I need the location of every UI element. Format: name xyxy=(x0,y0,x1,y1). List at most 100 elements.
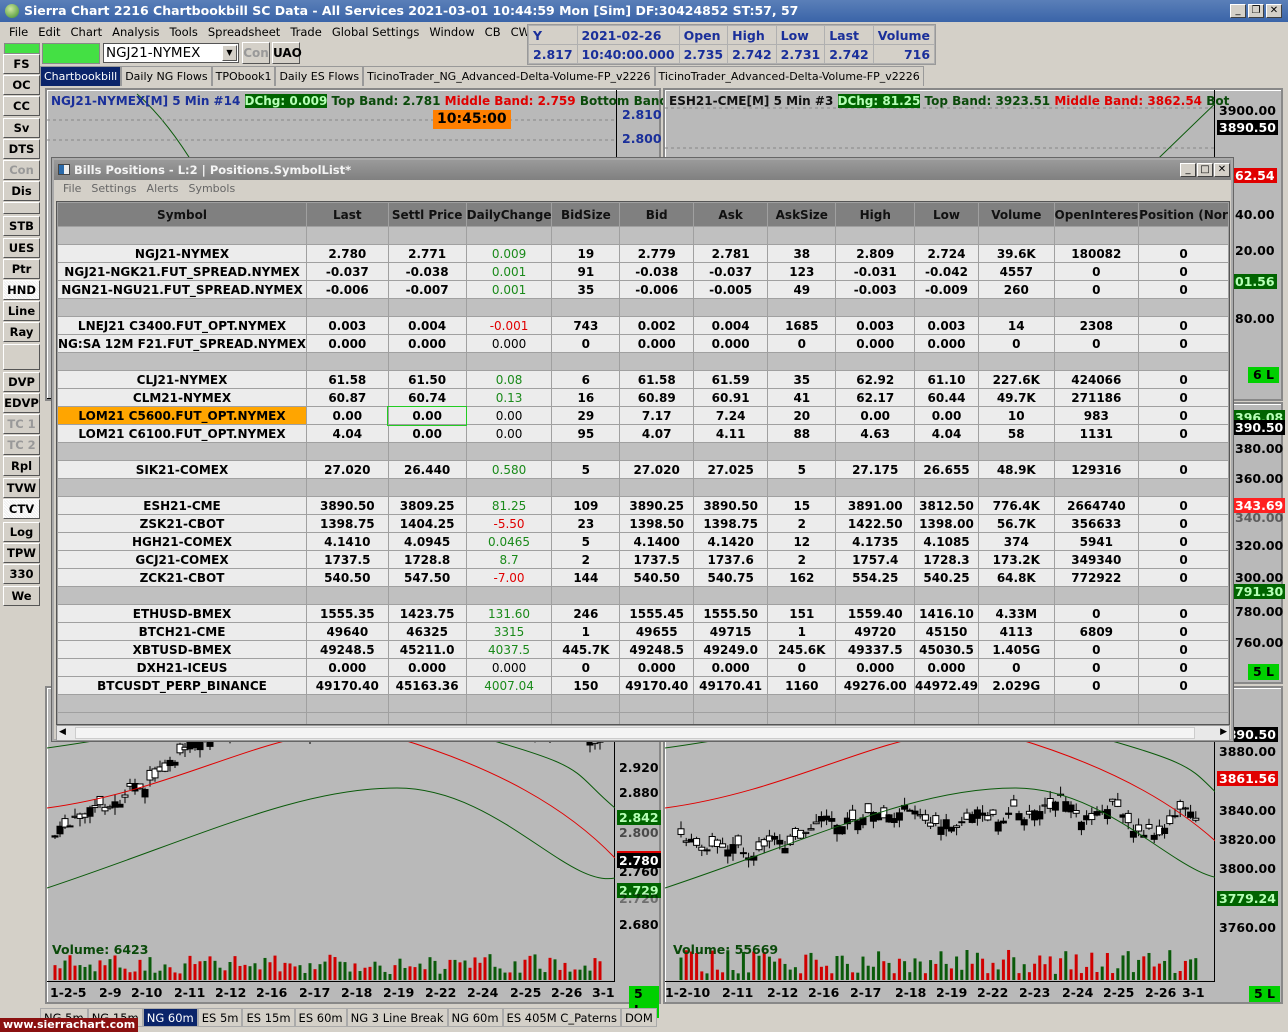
cell-bid[interactable]: 3890.25 xyxy=(619,496,695,515)
cell-high[interactable]: 49720 xyxy=(835,622,915,641)
cell-openinteres[interactable]: 772922 xyxy=(1053,568,1140,587)
cell-volume[interactable]: 2.029G xyxy=(978,676,1055,695)
tool-tvw[interactable]: TVW xyxy=(3,477,40,498)
cell-ask[interactable]: 1737.6 xyxy=(693,550,769,569)
table-row[interactable]: GCJ21-COMEX 1737.5 1728.8 8.7 2 1737.5 1737.6 2… xyxy=(57,550,1229,569)
cell-settl-price[interactable]: 60.74 xyxy=(387,388,467,407)
cell-low[interactable]: 60.44 xyxy=(913,388,980,407)
cell-last[interactable]: 27.020 xyxy=(306,460,389,479)
cell-low[interactable]: 45150 xyxy=(913,622,980,641)
cell-last[interactable]: -0.006 xyxy=(306,280,389,299)
tool-oc[interactable]: OC xyxy=(3,75,40,96)
tool-ray[interactable]: Ray xyxy=(3,322,40,343)
cell-dailychange[interactable]: 0.000 xyxy=(465,658,553,677)
cell-settl-price[interactable]: 0.000 xyxy=(387,658,467,677)
cell-dailychange[interactable]: 0.001 xyxy=(465,280,553,299)
cell-bidsize[interactable]: 23 xyxy=(551,514,621,533)
cell-dailychange[interactable]: 8.7 xyxy=(465,550,553,569)
cell-asksize[interactable]: 88 xyxy=(767,424,837,443)
cell-asksize[interactable]: 5 xyxy=(767,460,837,479)
window-close-button[interactable]: ✕ xyxy=(1214,163,1230,177)
cell-dailychange[interactable]: -0.001 xyxy=(465,316,553,335)
cell-settl-price[interactable]: 61.50 xyxy=(387,370,467,389)
cell-last[interactable]: 4.04 xyxy=(306,424,389,443)
cell-bid[interactable]: 4.07 xyxy=(619,424,695,443)
cell-volume[interactable]: 64.8K xyxy=(978,568,1055,587)
cell-openinteres[interactable]: 983 xyxy=(1053,406,1140,425)
cell-ask[interactable]: 7.24 xyxy=(693,406,769,425)
cell-high[interactable]: 1757.4 xyxy=(835,550,915,569)
cell-asksize[interactable]: 1 xyxy=(767,622,837,641)
column-header[interactable]: BidSize xyxy=(551,202,621,227)
cell-bid[interactable]: -0.038 xyxy=(619,262,695,281)
tool-tc1[interactable]: TC 1 xyxy=(3,414,40,434)
tool-edvp[interactable]: EDVP xyxy=(3,392,40,413)
cell-ask[interactable]: 61.59 xyxy=(693,370,769,389)
cell-position-nor[interactable]: 0 xyxy=(1138,460,1229,479)
cell-volume[interactable]: 58 xyxy=(978,424,1055,443)
cell-settl-price[interactable]: 1423.75 xyxy=(387,604,467,623)
color-swatch-button[interactable] xyxy=(3,343,40,370)
cell-symbol[interactable]: CLJ21-NYMEX xyxy=(57,370,308,389)
column-header[interactable]: Volume xyxy=(978,202,1055,227)
table-row[interactable]: ZSK21-CBOT 1398.75 1404.25 -5.50 23 1398.50 13… xyxy=(57,514,1229,533)
scroll-thumb[interactable] xyxy=(75,727,1195,739)
cell-low[interactable]: 0.000 xyxy=(913,334,980,353)
tool-ptr[interactable]: Ptr xyxy=(3,258,40,279)
cell-ask[interactable]: -0.005 xyxy=(693,280,769,299)
cell-symbol[interactable]: GCJ21-COMEX xyxy=(57,550,308,569)
cell-bidsize[interactable]: 6 xyxy=(551,370,621,389)
cell-settl-price[interactable]: 1728.8 xyxy=(387,550,467,569)
table-row[interactable]: LOM21 C6100.FUT_OPT.NYMEX 4.04 0.00 0.00 95 4… xyxy=(57,424,1229,443)
symbol-list-table[interactable]: Symbol Last Settl Price DailyChange BidSize B… xyxy=(56,201,1230,725)
cell-high[interactable]: 0.000 xyxy=(835,334,915,353)
chartbook-tab[interactable]: TicinoTrader_NG_Advanced-Delta-Volume-FP… xyxy=(363,66,655,86)
cell-symbol[interactable]: NGJ21-NGK21.FUT_SPREAD.NYMEX xyxy=(57,262,308,281)
cell-asksize[interactable]: 2 xyxy=(767,514,837,533)
cell-bidsize[interactable]: 743 xyxy=(551,316,621,335)
cell-ask[interactable]: 1555.50 xyxy=(693,604,769,623)
cell-settl-price[interactable]: 3809.25 xyxy=(387,496,467,515)
cell-asksize[interactable]: 162 xyxy=(767,568,837,587)
menu-file[interactable]: File xyxy=(4,23,33,41)
menu-global-settings[interactable]: Global Settings xyxy=(327,23,425,41)
cell-high[interactable]: 4.1735 xyxy=(835,532,915,551)
cell-symbol[interactable]: LNEJ21 C3400.FUT_OPT.NYMEX xyxy=(57,316,308,335)
cell-volume[interactable]: 39.6K xyxy=(978,244,1055,263)
cell-position-nor[interactable]: 0 xyxy=(1138,262,1229,281)
cell-last[interactable]: 1737.5 xyxy=(306,550,389,569)
cell-settl-price[interactable]: 2.771 xyxy=(387,244,467,263)
cell-asksize[interactable]: 1685 xyxy=(767,316,837,335)
cell-high[interactable]: -0.031 xyxy=(835,262,915,281)
cell-high[interactable]: 0.00 xyxy=(835,406,915,425)
cell-low[interactable]: 0.000 xyxy=(913,658,980,677)
cell-ask[interactable]: 1398.75 xyxy=(693,514,769,533)
cell-openinteres[interactable]: 5941 xyxy=(1053,532,1140,551)
chartbook-tab[interactable]: TPObook1 xyxy=(211,66,276,86)
cell-asksize[interactable]: 1160 xyxy=(767,676,837,695)
cell-symbol[interactable]: ESH21-CME xyxy=(57,496,308,515)
minimize-button[interactable]: _ xyxy=(1230,4,1246,18)
cell-dailychange[interactable]: 4007.04 xyxy=(465,676,553,695)
table-row[interactable]: DXH21-ICEUS 0.000 0.000 0.000 0 0.000 0.000 0 0.… xyxy=(57,658,1229,677)
tool-stb[interactable]: STB xyxy=(3,216,40,237)
cell-settl-price[interactable]: 0.00 xyxy=(387,405,468,426)
column-header[interactable]: Last xyxy=(306,202,389,227)
cell-bidsize[interactable]: 144 xyxy=(551,568,621,587)
cell-asksize[interactable]: 0 xyxy=(767,658,837,677)
cell-dailychange[interactable]: 81.25 xyxy=(465,496,553,515)
chevron-down-icon[interactable]: ▼ xyxy=(222,45,237,61)
tool-330[interactable]: 330 xyxy=(3,564,40,585)
cell-last[interactable]: 0.000 xyxy=(306,658,389,677)
column-header[interactable]: Bid xyxy=(619,202,695,227)
cell-symbol[interactable]: HGH21-COMEX xyxy=(57,532,308,551)
scroll-left-icon[interactable]: ◀ xyxy=(59,727,66,737)
window-menu-file[interactable]: File xyxy=(58,180,86,198)
cell-position-nor[interactable]: 0 xyxy=(1138,604,1229,623)
cell-openinteres[interactable]: 1131 xyxy=(1053,424,1140,443)
cell-low[interactable]: 26.655 xyxy=(913,460,980,479)
cell-bidsize[interactable]: 246 xyxy=(551,604,621,623)
cell-settl-price[interactable]: 46325 xyxy=(387,622,467,641)
cell-ask[interactable]: 27.025 xyxy=(693,460,769,479)
cell-settl-price[interactable]: 0.004 xyxy=(387,316,467,335)
